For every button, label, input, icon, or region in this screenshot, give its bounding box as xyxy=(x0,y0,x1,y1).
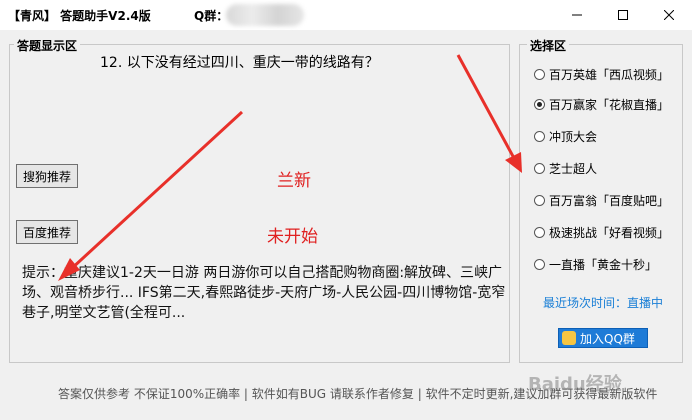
answer-display-title: 答题显示区 xyxy=(14,37,81,54)
radio-button-icon[interactable] xyxy=(534,163,545,174)
option-label: 一直播「黄金十秒」 xyxy=(549,258,658,272)
join-qq-group-button[interactable]: 加入QQ群 xyxy=(558,328,648,348)
radio-button-icon[interactable] xyxy=(534,131,545,142)
option-yizhibo[interactable]: 一直播「黄金十秒」 xyxy=(534,256,657,273)
hint-text: 提示：重庆建议1-2天一日游 两日游你可以自己搭配购物商圈:解放碑、三峡广场、观… xyxy=(22,265,506,321)
option-label: 冲顶大会 xyxy=(549,130,598,144)
radio-button-icon[interactable] xyxy=(534,69,545,80)
option-cheese-superman[interactable]: 芝士超人 xyxy=(534,160,597,177)
option-chongding[interactable]: 冲顶大会 xyxy=(534,128,597,145)
title-bar: 【青风】 答题助手V2.4版 Q群： xyxy=(0,0,692,30)
sogou-answer-status: 兰新 xyxy=(277,171,311,191)
close-icon xyxy=(664,10,674,20)
baidu-recommend-button[interactable]: 百度推荐 xyxy=(16,220,78,244)
maximize-icon xyxy=(618,10,628,20)
minimize-button[interactable] xyxy=(554,0,600,30)
radio-button-icon[interactable] xyxy=(534,195,545,206)
option-label: 百万赢家「花椒直播」 xyxy=(549,98,670,112)
radio-button-checked-icon[interactable] xyxy=(534,99,545,110)
option-label: 极速挑战「好看视频」 xyxy=(549,226,670,240)
option-million-rich[interactable]: 百万富翁「百度贴吧」 xyxy=(534,192,669,209)
option-million-winner[interactable]: 百万赢家「花椒直播」 xyxy=(534,96,669,113)
question-text: 12. 以下没有经过四川、重庆一带的线路有？ xyxy=(100,55,379,71)
watermark: Baidu经验 xyxy=(528,374,622,395)
qq-group-icon xyxy=(562,331,576,345)
maximize-button[interactable] xyxy=(600,0,646,30)
close-button[interactable] xyxy=(646,0,692,30)
options-title: 选择区 xyxy=(527,37,570,54)
option-speed-challenge[interactable]: 极速挑战「好看视频」 xyxy=(534,224,669,241)
option-label: 百万英雄「西瓜视频」 xyxy=(549,68,670,82)
baidu-answer-status: 未开始 xyxy=(267,227,318,247)
radio-button-icon[interactable] xyxy=(534,227,545,238)
option-million-hero[interactable]: 百万英雄「西瓜视频」 xyxy=(534,66,669,83)
option-label: 百万富翁「百度贴吧」 xyxy=(549,194,670,208)
option-label: 芝士超人 xyxy=(549,162,598,176)
recent-session-time: 最近场次时间：直播中 xyxy=(543,296,664,310)
join-qq-group-label: 加入QQ群 xyxy=(580,331,635,346)
minimize-icon xyxy=(572,14,582,16)
sogou-recommend-button[interactable]: 搜狗推荐 xyxy=(16,164,78,188)
qq-group-number-blurred xyxy=(226,4,304,26)
radio-button-icon[interactable] xyxy=(534,259,545,270)
qq-group-label: Q群： xyxy=(194,9,229,23)
window-title: 【青风】 答题助手V2.4版 xyxy=(8,9,151,23)
